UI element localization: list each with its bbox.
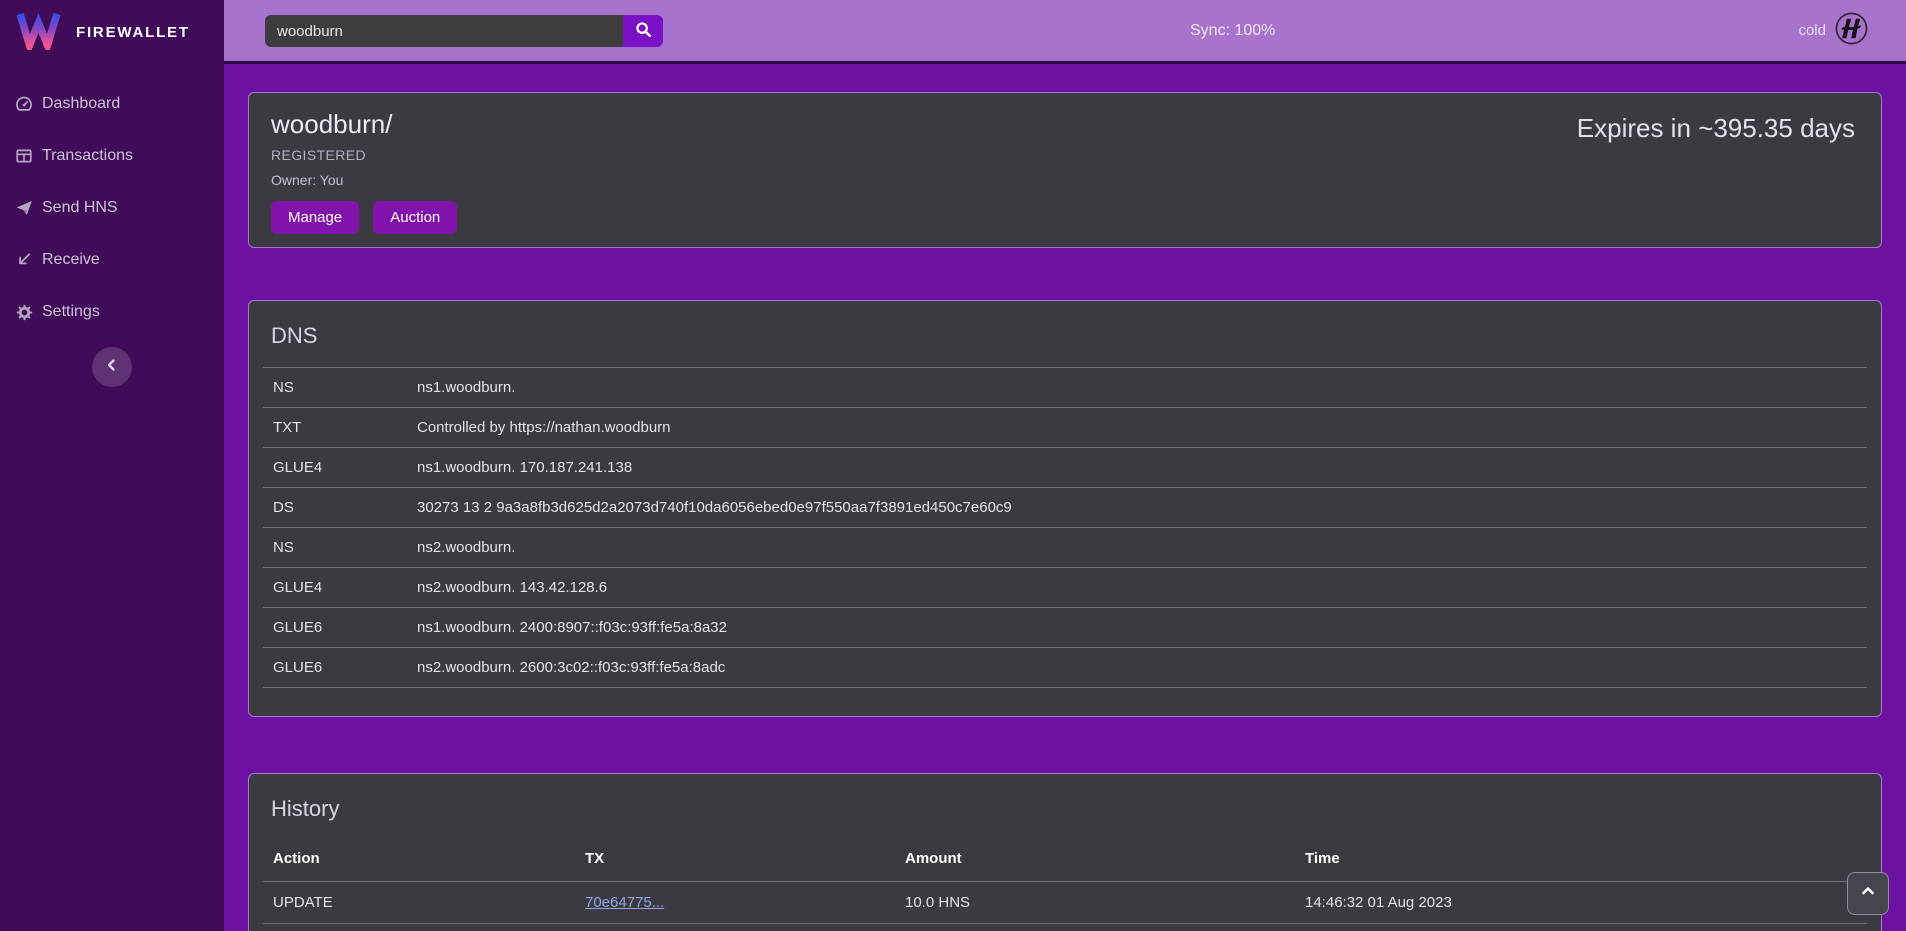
sidebar-item-transactions[interactable]: Transactions — [0, 130, 224, 182]
sidebar-item-receive[interactable]: Receive — [0, 234, 224, 286]
sidebar-item-dashboard[interactable]: Dashboard — [0, 78, 224, 130]
dns-title: DNS — [271, 323, 1859, 349]
dns-record-row: GLUE6 ns1.woodburn. 2400:8907::f03c:93ff… — [263, 608, 1867, 648]
receive-arrow-icon — [15, 251, 33, 269]
dns-record-value: ns2.woodburn. — [407, 528, 1867, 568]
dns-record-type: DS — [263, 488, 407, 528]
search-icon — [635, 21, 652, 41]
domain-status: REGISTERED — [271, 147, 1859, 163]
history-col-time: Time — [1295, 840, 1867, 882]
handshake-logo-icon — [1835, 12, 1868, 49]
dns-record-type: TXT — [263, 408, 407, 448]
table-icon — [15, 147, 33, 165]
history-action: UPDATE — [263, 882, 575, 924]
firewallet-logo-icon — [15, 10, 62, 55]
chevron-up-icon — [1860, 883, 1876, 904]
domain-buttons: Manage Auction — [271, 201, 1859, 234]
sidebar-collapse-button[interactable] — [92, 347, 132, 387]
dns-record-row: GLUE4 ns2.woodburn. 143.42.128.6 — [263, 568, 1867, 608]
history-col-action: Action — [263, 840, 575, 882]
chevron-left-icon — [104, 357, 120, 378]
sidebar: FIREWALLET Dashboard — [0, 0, 224, 931]
dns-table: NS ns1.woodburn. TXT Controlled by https… — [263, 367, 1867, 688]
domain-card: woodburn/ REGISTERED Owner: You Manage A… — [248, 92, 1882, 248]
history-time: 14:46:32 01 Aug 2023 — [1295, 882, 1867, 924]
dns-record-value: ns2.woodburn. 2600:3c02::f03c:93ff:fe5a:… — [407, 648, 1867, 688]
dns-record-value: ns2.woodburn. 143.42.128.6 — [407, 568, 1867, 608]
dns-record-row: NS ns2.woodburn. — [263, 528, 1867, 568]
scroll-to-top-button[interactable] — [1847, 872, 1889, 915]
history-title: History — [271, 796, 1859, 822]
history-row: UPDATE 70e64775... 10.0 HNS 14:46:32 01 … — [263, 882, 1867, 924]
dns-record-value: ns1.woodburn. — [407, 368, 1867, 408]
sidebar-item-settings[interactable]: Settings — [0, 286, 224, 338]
history-action: RENEW — [263, 924, 575, 931]
history-amount: 10.0 HNS — [895, 924, 1295, 931]
sidebar-nav: Dashboard Transactions — [0, 64, 224, 338]
history-card: History Action TX Amount Time UPDATE 70e… — [248, 773, 1882, 931]
sync-status: Sync: 100% — [1190, 0, 1275, 61]
history-header-row: Action TX Amount Time — [263, 840, 1867, 882]
search-button[interactable] — [623, 15, 663, 47]
dns-record-value: ns1.woodburn. 2400:8907::f03c:93ff:fe5a:… — [407, 608, 1867, 648]
firewallet-app: FIREWALLET Dashboard — [0, 0, 1906, 931]
dns-record-row: GLUE4 ns1.woodburn. 170.187.241.138 — [263, 448, 1867, 488]
sidebar-item-label: Send HNS — [42, 199, 118, 217]
dns-card: DNS NS ns1.woodburn. TXT Controlled by h… — [248, 300, 1882, 717]
search-group — [265, 15, 663, 47]
sidebar-item-label: Transactions — [42, 147, 133, 165]
manage-button[interactable]: Manage — [271, 201, 359, 234]
dns-record-type: NS — [263, 528, 407, 568]
history-row: RENEW d72e0fe3... 10.0 HNS 15:45:36 07 F… — [263, 924, 1867, 931]
sidebar-item-label: Settings — [42, 303, 100, 321]
send-icon — [15, 199, 33, 217]
gauge-icon — [15, 95, 33, 113]
dns-record-value: Controlled by https://nathan.woodburn — [407, 408, 1867, 448]
history-col-amount: Amount — [895, 840, 1295, 882]
dns-record-row: GLUE6 ns2.woodburn. 2600:3c02::f03c:93ff… — [263, 648, 1867, 688]
dns-record-type: GLUE4 — [263, 568, 407, 608]
dns-record-type: GLUE6 — [263, 648, 407, 688]
dns-record-type: GLUE6 — [263, 608, 407, 648]
dns-record-row: DS 30273 13 2 9a3a8fb3d625d2a2073d740f10… — [263, 488, 1867, 528]
dns-record-row: NS ns1.woodburn. — [263, 368, 1867, 408]
dns-record-type: GLUE4 — [263, 448, 407, 488]
main-content: woodburn/ REGISTERED Owner: You Manage A… — [224, 64, 1906, 931]
history-col-tx: TX — [575, 840, 895, 882]
tx-link[interactable]: 70e64775... — [585, 894, 664, 911]
history-table: Action TX Amount Time UPDATE 70e64775...… — [263, 840, 1867, 931]
gear-icon — [15, 303, 33, 321]
domain-owner: Owner: You — [271, 172, 1859, 188]
brand-name: FIREWALLET — [76, 24, 190, 41]
brand: FIREWALLET — [0, 0, 224, 64]
sidebar-item-send-hns[interactable]: Send HNS — [0, 182, 224, 234]
history-amount: 10.0 HNS — [895, 882, 1295, 924]
dns-record-row: TXT Controlled by https://nathan.woodbur… — [263, 408, 1867, 448]
dns-record-value: 30273 13 2 9a3a8fb3d625d2a2073d740f10da6… — [407, 488, 1867, 528]
sidebar-item-label: Receive — [42, 251, 100, 269]
wallet-name: cold — [1798, 22, 1826, 39]
sidebar-item-label: Dashboard — [42, 95, 120, 113]
auction-button[interactable]: Auction — [373, 201, 457, 234]
search-input[interactable] — [265, 15, 623, 47]
wallet-selector[interactable]: cold — [1798, 0, 1868, 61]
domain-expiry: Expires in ~395.35 days — [1577, 113, 1855, 144]
dns-record-type: NS — [263, 368, 407, 408]
history-time: 15:45:36 07 Feb 2023 — [1295, 924, 1867, 931]
dns-record-value: ns1.woodburn. 170.187.241.138 — [407, 448, 1867, 488]
topbar: Sync: 100% cold — [224, 0, 1906, 64]
